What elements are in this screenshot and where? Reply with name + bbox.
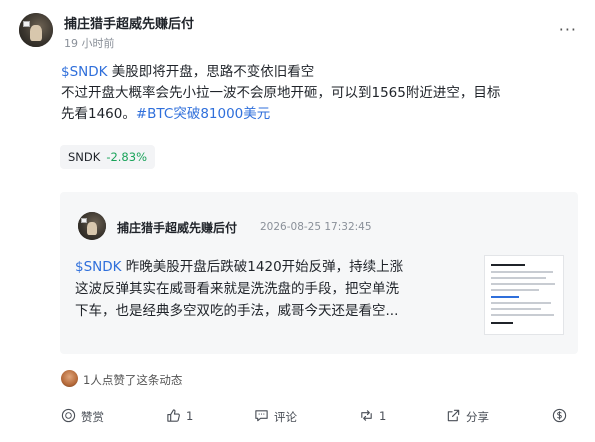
quoted-line-3: 下车，也是经典多空双吃的手法，威哥今天还是看空...: [75, 303, 399, 319]
quoted-author-name[interactable]: 捕庄猎手超威先赚后付: [117, 219, 237, 236]
post-line-2: 不过开盘大概率会先小拉一波不会原地开砸，可以到1565附近进空，目标: [61, 85, 501, 101]
like-icon: [167, 409, 180, 422]
post-line-1-text: 美股即将开盘，思路不变依旧看空: [107, 64, 315, 80]
quoted-line-1: $SNDK 昨晚美股开盘后跌破1420开始反弹，持续上涨: [75, 256, 470, 278]
reward-label: 赞赏: [81, 410, 104, 424]
post-time: 19 小时前: [64, 37, 115, 50]
comment-label: 评论: [274, 410, 297, 424]
ticker-change: -2.83%: [106, 150, 147, 164]
post-line-3-text: 先看1460。: [61, 106, 136, 122]
repost-icon: [361, 410, 372, 421]
ticker-chip[interactable]: SNDK -2.83%: [60, 145, 155, 169]
likes-summary-text: 1人点赞了这条动态: [83, 373, 183, 387]
author-name[interactable]: 捕庄猎手超威先赚后付: [64, 13, 194, 32]
quoted-post[interactable]: 捕庄猎手超威先赚后付 2026-08-25 17:32:45 $SNDK 昨晚美…: [60, 192, 578, 354]
quoted-ticker-tag-link[interactable]: $SNDK: [75, 259, 122, 275]
quoted-author-avatar[interactable]: [78, 212, 106, 240]
liker-avatar[interactable]: [61, 370, 78, 387]
quoted-post-thumbnail[interactable]: [484, 255, 564, 335]
author-avatar[interactable]: [19, 13, 53, 47]
quoted-line-2: 这波反弹其实在威哥看来就是洗洗盘的手段，把空单洗: [75, 281, 399, 297]
comment-icon: [255, 410, 268, 422]
reward-icon: [61, 408, 76, 423]
action-bar: 赞赏 1 评论 1 分享: [0, 402, 595, 430]
cash-icon: [552, 408, 567, 423]
ticker-tag-link[interactable]: $SNDK: [61, 64, 108, 80]
repost-count: 1: [379, 409, 387, 423]
ticker-symbol: SNDK: [68, 150, 101, 164]
post-body: $SNDK 美股即将开盘，思路不变依旧看空 不过开盘大概率会先小拉一波不会原地开…: [61, 62, 581, 125]
post-line-3: 先看1460。#BTC突破81000美元: [61, 104, 581, 125]
like-count: 1: [186, 409, 194, 423]
quoted-post-body: $SNDK 昨晚美股开盘后跌破1420开始反弹，持续上涨 这波反弹其实在威哥看来…: [75, 256, 470, 322]
quoted-line-1-text: 昨晚美股开盘后跌破1420开始反弹，持续上涨: [121, 259, 404, 275]
more-icon[interactable]: ···: [559, 20, 577, 39]
topic-tag-link[interactable]: #BTC突破81000美元: [136, 106, 270, 122]
post-line-1: $SNDK 美股即将开盘，思路不变依旧看空: [61, 62, 581, 83]
share-icon: [447, 409, 460, 422]
share-label: 分享: [466, 410, 489, 424]
quoted-post-time: 2026-08-25 17:32:45: [260, 221, 372, 233]
